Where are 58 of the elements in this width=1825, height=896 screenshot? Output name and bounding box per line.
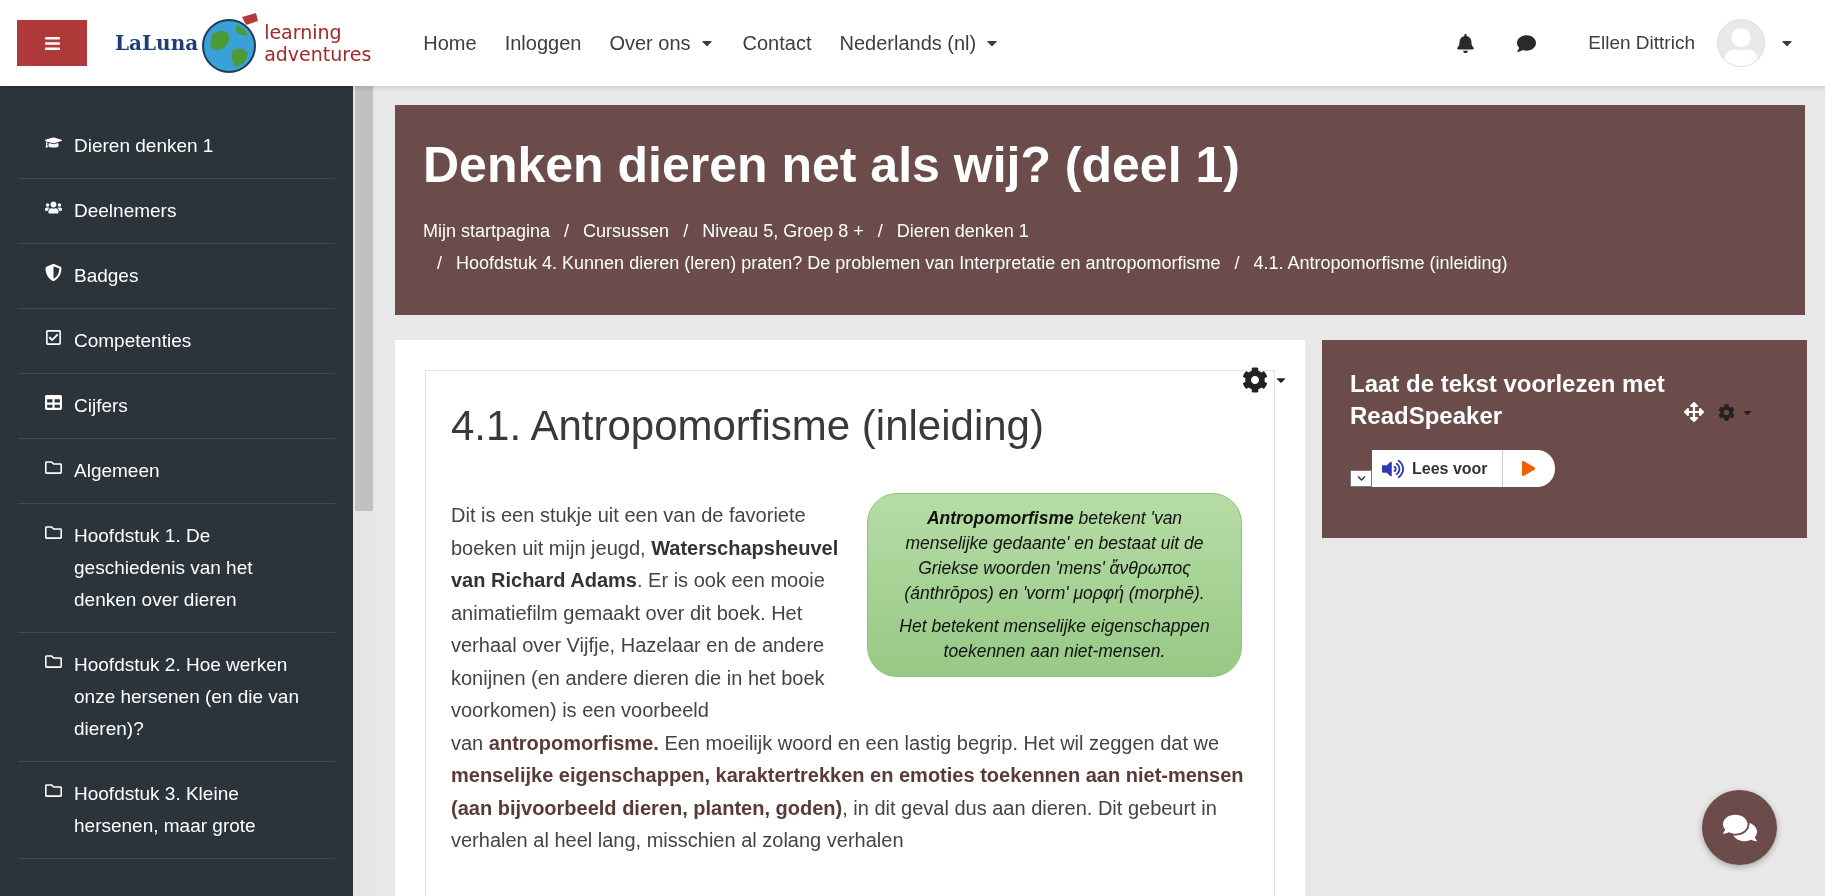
folder-icon — [45, 653, 62, 670]
folder-icon — [45, 524, 62, 541]
nav-link[interactable]: Nederlands (nl) — [839, 28, 1001, 58]
speaker-icon — [1382, 457, 1404, 480]
checkbox-icon — [45, 329, 62, 346]
breadcrumb-link[interactable]: Cursussen — [583, 215, 670, 247]
play-button[interactable] — [1502, 450, 1555, 487]
block-title: Laat de tekst voorlezen met ReadSpeaker — [1350, 369, 1666, 431]
logo-tagline: adventures — [264, 43, 372, 65]
sidebar-item[interactable]: Hoofdstuk 1. De geschiedenis van het denken over dieren — [18, 504, 335, 633]
sidebar-item[interactable]: Badges — [18, 244, 335, 309]
scrollbar-thumb[interactable] — [355, 86, 373, 511]
sidebar-item[interactable]: Cijfers — [18, 374, 335, 439]
breadcrumb-separator: / — [436, 252, 443, 275]
user-name[interactable]: Ellen Dittrich — [1588, 28, 1695, 58]
nav-link[interactable]: Contact — [742, 28, 812, 58]
logo-brand: LaLuna — [115, 30, 199, 57]
sidebar-item[interactable]: Deelnemers — [18, 179, 335, 244]
callout-text: Het betekent menselijke eigenschappen toekennen aan niet-mensen. — [898, 615, 1211, 663]
sidebar-item[interactable]: Dieren denken 1 — [18, 114, 335, 179]
page-title: Denken dieren net als wij? (deel 1) — [423, 136, 1241, 195]
folder-icon — [45, 459, 62, 476]
sidebar-item[interactable]: Algemeen — [18, 439, 335, 504]
breadcrumb-separator: / — [1233, 252, 1241, 275]
message-icon[interactable] — [1517, 33, 1537, 53]
read-aloud-button[interactable]: Lees voor — [1372, 450, 1503, 487]
play-icon — [1521, 461, 1537, 476]
sidebar-item[interactable]: Hoofdstuk 3. Kleine hersenen, maar grote — [18, 762, 335, 859]
folder-icon — [45, 782, 62, 799]
callout-text: Antropomorfisme betekent 'van menselijke gedaante' en bestaat uit de Griekse woorden 'mens' ἄνθρωπος (ánthrōpos) en 'vorm' μορφή (morphē). — [903, 507, 1206, 605]
menu-icon — [43, 34, 61, 52]
menu-button[interactable] — [17, 20, 87, 66]
breadcrumb-link[interactable]: Niveau 5, Groep 8 + — [702, 215, 864, 247]
graduation-cap-icon — [45, 134, 62, 151]
breadcrumb-link[interactable]: Hoofdstuk 4. Kunnen dieren (leren) praten? De problemen van Interpretatie en antropomorfisme — [456, 247, 1221, 279]
breadcrumb-separator: / — [682, 220, 690, 243]
users-icon — [45, 199, 62, 216]
section-heading: 4.1. Antropomorfisme (inleiding) — [451, 401, 1045, 451]
nav-link[interactable]: Home — [423, 28, 477, 58]
logo-tagline: learning — [264, 21, 343, 43]
sidebar-item[interactable]: Competenties — [18, 309, 335, 374]
sidebar-item[interactable]: Hoofdstuk 2. Hoe werken onze hersenen (en die van dieren)? — [18, 633, 335, 762]
nav-link[interactable]: Inloggen — [504, 28, 582, 58]
chat-button[interactable] — [1702, 790, 1777, 865]
breadcrumb-link[interactable]: 4.1. Antropomorfisme (inleiding) — [1253, 247, 1508, 279]
settings-icon[interactable] — [1242, 367, 1268, 393]
breadcrumb-separator: / — [563, 220, 571, 243]
body-text: van antropomorfisme. Een moeilijk woord en een lastig begrip. Het wil zeggen dat we menselijke eigenschappen, karaktertrekken en emoties toekennen aan niet-mensen (aan bijvoorbeeld dieren, planten, goden), in dit geval dus aan dieren. Dit gebeurt in verhalen al heel lang, misschien al zolang verhalen — [451, 730, 1245, 853]
breadcrumb-link[interactable]: Mijn startpagina — [423, 215, 551, 247]
table-icon — [45, 394, 62, 411]
dropdown-button[interactable] — [1350, 470, 1372, 487]
chevron-icon — [1356, 474, 1366, 483]
move-icon[interactable] — [1684, 402, 1704, 422]
breadcrumb-separator: / — [876, 220, 884, 243]
breadcrumb-link[interactable]: Dieren denken 1 — [896, 215, 1029, 247]
notification-icon[interactable] — [1456, 33, 1476, 53]
shield-icon — [45, 264, 62, 281]
nav-link[interactable]: Over ons — [609, 28, 715, 58]
